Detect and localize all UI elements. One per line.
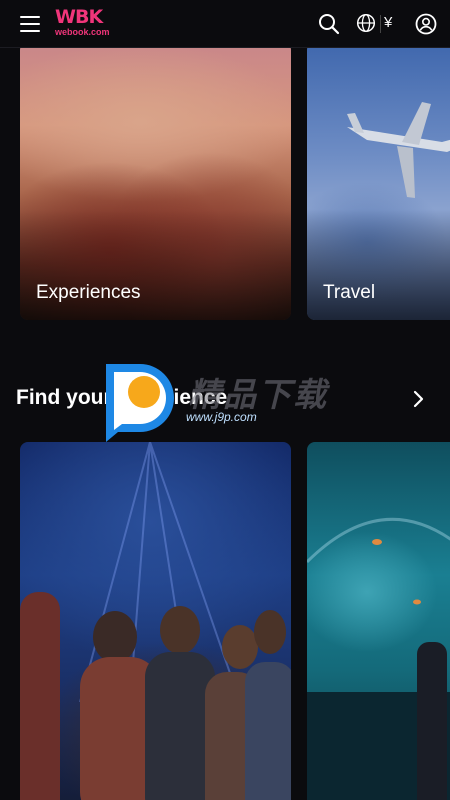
experience-image-light-show [20, 442, 291, 800]
category-carousel: Experiences Travel [20, 48, 450, 328]
section-title: Find your experience [16, 386, 228, 409]
globe-icon[interactable] [356, 13, 378, 35]
watermark-url: www.j9p.com [186, 410, 257, 424]
experience-card[interactable] [20, 442, 291, 800]
chevron-right-icon[interactable] [410, 389, 428, 409]
menu-icon[interactable] [20, 15, 40, 33]
search-icon[interactable] [318, 13, 340, 35]
logo-subtitle: webook.com [55, 27, 110, 37]
experience-carousel [20, 442, 450, 800]
category-label: Travel [323, 282, 376, 303]
webook-logo[interactable]: WBK webook.com [55, 7, 119, 39]
category-label: Experiences [36, 282, 141, 303]
currency-selector[interactable]: ¥ [384, 14, 392, 31]
category-card-experiences[interactable]: Experiences [20, 48, 291, 320]
experience-image-aquarium [307, 442, 450, 800]
header-divider [380, 15, 381, 33]
user-icon[interactable] [415, 13, 437, 35]
logo-mark: WBK [55, 6, 103, 28]
category-card-travel[interactable]: Travel [307, 48, 450, 320]
experience-card[interactable] [307, 442, 450, 800]
top-header: WBK webook.com ¥ [0, 0, 450, 48]
